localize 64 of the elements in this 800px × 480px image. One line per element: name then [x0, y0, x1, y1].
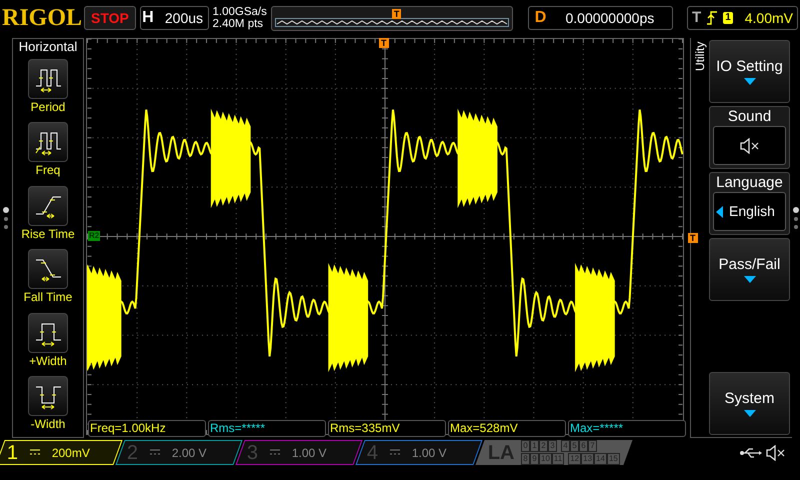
measurement-readout: Freq=1.00kHz — [88, 420, 206, 437]
measure-label: -Width — [30, 416, 66, 432]
trigger-level: 4.00mV — [744, 8, 793, 28]
measure-button[interactable] — [28, 249, 68, 290]
trigger-label: T — [692, 8, 702, 28]
reference-marker: R2 — [88, 231, 100, 241]
measure-button[interactable] — [28, 312, 68, 353]
left-arrow-icon — [716, 206, 723, 218]
menu-softkey[interactable]: System — [709, 372, 790, 435]
measure-label: +Width — [29, 352, 67, 369]
channel-scale: 200mV — [52, 444, 90, 462]
brand-logo: RIGOL — [2, 6, 80, 30]
delay-label: D — [534, 8, 548, 28]
dc-coupling-icon — [270, 449, 280, 456]
dropdown-arrow-icon — [744, 410, 756, 416]
menu-softkey[interactable]: Sound — [709, 106, 790, 169]
softkey-label: Sound — [728, 108, 772, 126]
measure-label: Period — [30, 98, 66, 115]
channel-tab[interactable]: 1 200mV — [0, 440, 123, 465]
speaker-muted-icon — [740, 138, 760, 154]
trigger-position-marker: T — [392, 8, 402, 18]
delay-box[interactable]: D 0.00000000ps — [528, 6, 674, 30]
panel-title: Horizontal — [18, 39, 78, 55]
menu-title: Utility — [692, 40, 708, 74]
dc-coupling-icon — [390, 449, 400, 456]
timebase-box[interactable]: H 200us — [140, 6, 209, 30]
softkey-label: Pass/Fail — [718, 256, 780, 272]
rising-edge-icon — [707, 11, 718, 25]
channel-scale: 1.00 V — [292, 444, 327, 462]
timebase-label: H — [141, 8, 155, 28]
menu-softkey[interactable]: Language English — [709, 172, 790, 235]
measure-label: Rise Time — [21, 226, 75, 242]
run-status[interactable]: STOP — [84, 6, 136, 30]
trigger-time-marker: T — [379, 38, 388, 48]
softkey-label: Language — [716, 174, 783, 192]
menu-softkey[interactable]: Pass/Fail — [709, 238, 790, 301]
measure-button[interactable] — [28, 376, 68, 416]
memory-depth: 2.40M pts — [212, 18, 264, 30]
measure-label: Fall Time — [24, 289, 72, 306]
measure-label: Freq — [36, 162, 60, 178]
channel-number: 1 — [7, 442, 18, 462]
measure-button[interactable] — [28, 186, 68, 226]
dropdown-arrow-icon — [744, 78, 756, 84]
softkey-value: English — [729, 202, 775, 221]
sample-rate: 1.00GSa/s — [212, 6, 267, 18]
timebase-value: 200us — [164, 8, 204, 28]
delay-value: 0.00000000ps — [565, 8, 654, 28]
trigger-box[interactable]: T 1 4.00mV — [687, 6, 798, 30]
measurement-readout: Max=***** — [568, 420, 686, 437]
trigger-level-marker: T — [688, 233, 698, 243]
softkey-label: System — [724, 390, 774, 406]
measurement-readout: Max=528mV — [448, 420, 566, 437]
dc-coupling-icon — [30, 449, 40, 456]
measurement-readout: Rms=335mV — [328, 420, 446, 437]
channel-scale: 1.00 V — [412, 444, 447, 462]
dc-coupling-icon — [150, 449, 160, 456]
measurement-readout: Rms=***** — [208, 420, 326, 437]
channel-scale: 2.00 V — [172, 444, 207, 462]
softkey-label: IO Setting — [716, 58, 783, 74]
measure-button[interactable] — [28, 122, 68, 162]
menu-softkey[interactable]: IO Setting — [709, 40, 790, 103]
measure-button[interactable] — [28, 58, 68, 99]
trigger-source: 1 — [723, 12, 733, 24]
dropdown-arrow-icon — [744, 276, 756, 282]
